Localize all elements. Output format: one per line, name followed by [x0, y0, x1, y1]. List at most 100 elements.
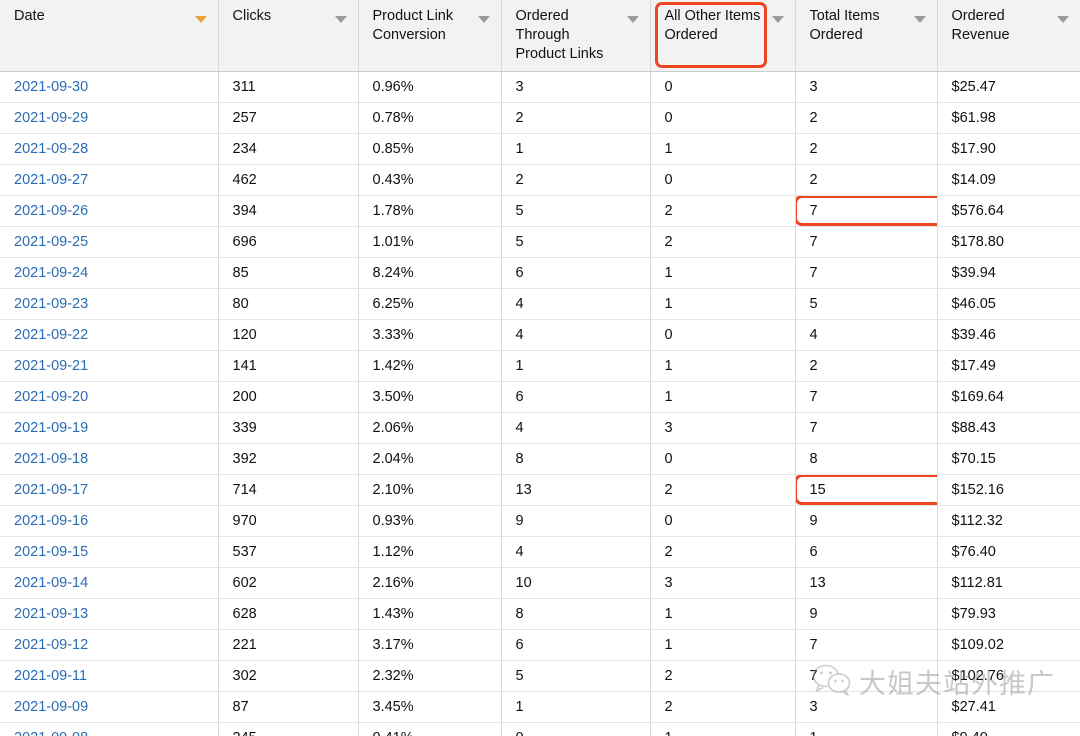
table-row: 2021-09-11 302 2.32% 5 2 7 $102.76	[0, 660, 1080, 692]
cell-date: 2021-09-30	[0, 71, 219, 103]
cell-clicks: 141	[218, 350, 359, 382]
cell-date: 2021-09-19	[0, 412, 219, 444]
cell-conversion: 3.50%	[358, 381, 502, 413]
cell-conversion: 2.10%	[358, 474, 502, 506]
cell-clicks: 257	[218, 102, 359, 134]
table-row: 2021-09-082450.41%011$9.40	[0, 722, 1080, 736]
cell-conversion: 0.43%	[358, 164, 502, 196]
column-header-ordered-revenue[interactable]: Ordered Revenue	[937, 0, 1080, 72]
cell-revenue: $76.40	[937, 536, 1080, 568]
cell-all-other-items: 0	[650, 164, 796, 196]
cell-ordered-through-links: 1	[501, 350, 651, 382]
chevron-down-icon[interactable]	[1057, 16, 1069, 23]
cell-conversion: 6.25%	[358, 288, 502, 320]
sort-caret-desc-icon[interactable]	[194, 16, 207, 23]
cell-clicks: 696	[218, 226, 359, 258]
cell-clicks: 221	[218, 629, 359, 661]
date-link[interactable]: 2021-09-26	[14, 203, 88, 219]
cell-total-items: 8	[795, 443, 938, 475]
cell-conversion: 3.17%	[358, 629, 502, 661]
date-link[interactable]: 2021-09-17	[14, 482, 88, 498]
date-link[interactable]: 2021-09-08	[14, 730, 88, 736]
chevron-down-icon[interactable]	[626, 16, 639, 23]
date-link[interactable]: 2021-09-27	[14, 172, 88, 188]
date-link[interactable]: 2021-09-25	[14, 234, 88, 250]
table-row: 2021-09-13 628 1.43% 8 1 9 $79.93	[0, 598, 1080, 630]
cell-conversion: 3.45%	[358, 691, 502, 723]
cell-clicks: 714	[218, 474, 359, 506]
date-link[interactable]: 2021-09-16	[14, 513, 88, 529]
chevron-down-icon[interactable]	[771, 16, 784, 23]
cell-conversion: 1.01%	[358, 226, 502, 258]
date-link[interactable]: 2021-09-18	[14, 451, 88, 467]
cell-all-other-items: 1	[650, 381, 796, 413]
cell-all-other-items: 2	[650, 474, 796, 506]
date-link[interactable]: 2021-09-21	[14, 358, 88, 374]
column-header-date[interactable]: Date	[0, 0, 219, 72]
cell-clicks: 602	[218, 567, 359, 599]
cell-date: 2021-09-08	[0, 722, 219, 736]
cell-total-items: 3	[795, 71, 938, 103]
date-link[interactable]: 2021-09-30	[14, 79, 88, 95]
date-link[interactable]: 2021-09-19	[14, 420, 88, 436]
cell-total-items: 7	[795, 257, 938, 289]
column-header-label: Date	[14, 8, 45, 24]
cell-all-other-items: 2	[650, 226, 796, 258]
cell-revenue: $79.93	[937, 598, 1080, 630]
date-link[interactable]: 2021-09-09	[14, 699, 88, 715]
cell-conversion: 8.24%	[358, 257, 502, 289]
cell-revenue: $178.80	[937, 226, 1080, 258]
cell-all-other-items: 3	[650, 412, 796, 444]
table-row: 2021-09-18 392 2.04% 8 0 8 $70.15	[0, 443, 1080, 475]
column-header-label: Total Items Ordered	[809, 8, 880, 43]
cell-ordered-through-links: 4	[501, 288, 651, 320]
cell-revenue: $576.64	[937, 195, 1080, 227]
column-header-all-other-items-ordered[interactable]: All Other Items Ordered	[650, 0, 796, 72]
chevron-down-icon[interactable]	[334, 16, 347, 23]
cell-all-other-items: 0	[650, 443, 796, 475]
cell-revenue: $25.47	[937, 71, 1080, 103]
date-link[interactable]: 2021-09-23	[14, 296, 88, 312]
cell-date: 2021-09-12	[0, 629, 219, 661]
cell-conversion: 2.04%	[358, 443, 502, 475]
column-header-label: Ordered Through Product Links	[515, 8, 604, 62]
cell-all-other-items: 1	[650, 350, 796, 382]
date-link[interactable]: 2021-09-20	[14, 389, 88, 405]
column-header-product-link-conversion[interactable]: Product Link Conversion	[358, 0, 502, 72]
column-header-ordered-through-product-links[interactable]: Ordered Through Product Links	[501, 0, 651, 72]
column-header-clicks[interactable]: Clicks	[218, 0, 359, 72]
date-link[interactable]: 2021-09-11	[14, 668, 87, 684]
table-row: 2021-09-21 141 1.42% 1 1 2 $17.49	[0, 350, 1080, 382]
table-row: 2021-09-29 257 0.78% 2 0 2 $61.98	[0, 102, 1080, 134]
cell-ordered-through-links: 10	[501, 567, 651, 599]
date-link[interactable]: 2021-09-22	[14, 327, 88, 343]
date-link[interactable]: 2021-09-13	[14, 606, 88, 622]
cell-revenue: $46.05	[937, 288, 1080, 320]
table-row: 2021-09-09 87 3.45% 1 2 3 $27.41	[0, 691, 1080, 723]
cell-date: 2021-09-22	[0, 319, 219, 351]
cell-clicks: 234	[218, 133, 359, 165]
date-link[interactable]: 2021-09-15	[14, 544, 88, 560]
column-header-total-items-ordered[interactable]: Total Items Ordered	[795, 0, 938, 72]
date-link[interactable]: 2021-09-24	[14, 265, 88, 281]
date-link[interactable]: 2021-09-12	[14, 637, 88, 653]
date-link[interactable]: 2021-09-29	[14, 110, 88, 126]
table-header-row: Date Clicks Product Link Conversion Ordered…	[0, 0, 1080, 72]
cell-all-other-items: 0	[650, 319, 796, 351]
cell-ordered-through-links: 8	[501, 598, 651, 630]
date-link[interactable]: 2021-09-28	[14, 141, 88, 157]
cell-ordered-through-links: 5	[501, 195, 651, 227]
cell-ordered-through-links: 2	[501, 102, 651, 134]
cell-total-items: 2	[795, 164, 938, 196]
cell-clicks: 628	[218, 598, 359, 630]
cell-clicks: 245	[218, 722, 359, 736]
cell-all-other-items: 3	[650, 567, 796, 599]
cell-conversion: 0.78%	[358, 102, 502, 134]
cell-all-other-items: 1	[650, 133, 796, 165]
chevron-down-icon[interactable]	[913, 16, 926, 23]
cell-date: 2021-09-14	[0, 567, 219, 599]
chevron-down-icon[interactable]	[477, 16, 490, 23]
date-link[interactable]: 2021-09-14	[14, 575, 88, 591]
cell-revenue: $152.16	[937, 474, 1080, 506]
cell-ordered-through-links: 4	[501, 536, 651, 568]
